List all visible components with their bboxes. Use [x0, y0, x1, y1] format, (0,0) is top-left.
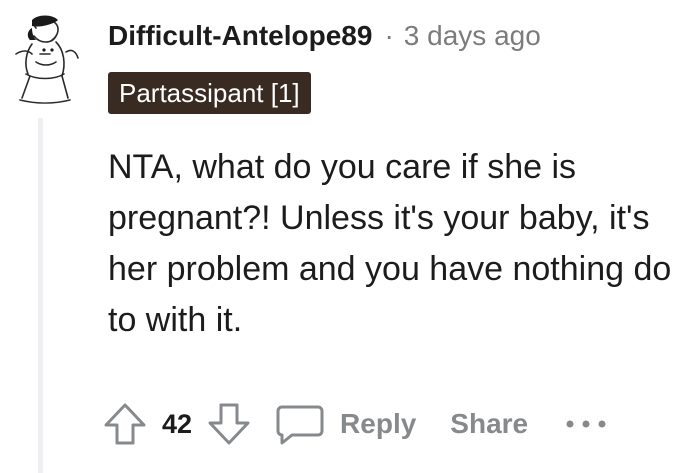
more-options-button[interactable]	[564, 414, 608, 434]
username[interactable]: Difficult-Antelope89	[108, 20, 372, 52]
downvote-button[interactable]	[206, 401, 252, 447]
comment-bubble-icon	[276, 405, 324, 445]
timestamp[interactable]: 3 days ago	[404, 20, 541, 52]
user-flair: Partassipant [1]	[108, 72, 311, 114]
downvote-arrow-icon	[208, 403, 250, 445]
upvote-button[interactable]	[102, 401, 148, 447]
meta-separator: ·	[384, 20, 394, 51]
user-avatar[interactable]	[6, 14, 84, 106]
comment-body: NTA, what do you care if she is pregnant…	[108, 148, 672, 339]
upvote-arrow-icon	[104, 403, 146, 445]
reply-label: Reply	[340, 408, 417, 439]
share-button[interactable]: Share	[450, 408, 528, 440]
reply-button[interactable]: Reply	[274, 401, 416, 447]
vote-score: 42	[162, 408, 193, 439]
thread-line[interactable]	[38, 118, 43, 473]
ellipsis-icon	[566, 420, 606, 428]
comment: Difficult-Antelope89 · 3 days ago Partas…	[0, 0, 700, 473]
share-label: Share	[450, 408, 529, 439]
comment-meta: Difficult-Antelope89 · 3 days ago	[108, 16, 541, 56]
comment-actions: 42 Reply Share	[102, 398, 608, 450]
user-avatar-illustration	[15, 15, 79, 104]
